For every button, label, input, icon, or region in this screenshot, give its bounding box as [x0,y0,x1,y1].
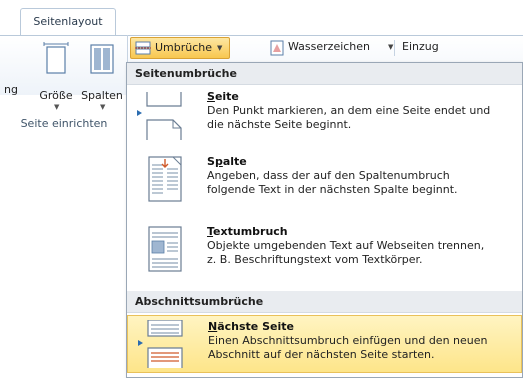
page-size-icon [43,42,69,74]
umbrueche-button[interactable]: Umbrüche ▼ [130,37,230,59]
wasserzeichen-label: Wasserzeichen [288,40,371,53]
tab-seitenlayout[interactable]: Seitenlayout [20,8,116,36]
ribbon-cut-label: ng [4,83,18,96]
menu-item-title: Spalte [207,155,247,168]
next-page-section-icon [138,320,183,368]
section-header-abschnittsumbrueche: Abschnittsumbrüche [127,291,522,313]
chevron-down-icon: ▼ [54,103,60,111]
columns-icon [90,44,114,74]
page-break-icon [137,92,182,140]
ribbon-separator [394,40,395,56]
menu-item-title: Nächste Seite [208,320,294,333]
menu-item-description: Angeben, dass der auf den Spaltenumbruch… [207,169,458,196]
chevron-down-icon: ▼ [100,103,106,111]
watermark-icon [270,40,284,56]
menu-item-spalte[interactable]: Spalte Angeben, dass der auf den Spalten… [127,151,522,221]
menu-item-description: Den Punkt markieren, an dem eine Seite e… [207,104,491,131]
breaks-icon [135,41,151,55]
menu-item-seite[interactable]: Seite Den Punkt markieren, an dem eine S… [127,86,522,148]
menu-item-textumbruch[interactable]: Textumbruch Objekte umgebenden Text auf … [127,221,522,285]
section-header-seitenumbrueche: Seitenumbrüche [127,63,522,85]
umbrueche-dropdown-menu: Seitenumbrüche Seite Den Punkt markieren… [126,62,523,378]
groesse-label: Größe [39,89,73,102]
umbrueche-label: Umbrüche [155,41,213,54]
menu-item-title: Seite [207,90,239,103]
group-label: Seite einrichten [20,117,108,130]
text-wrap-icon [148,226,182,272]
ribbon-tab-strip: Seitenlayout [0,0,523,36]
chevron-down-icon: ▼ [388,43,394,51]
menu-item-description: Einen Abschnittsumbruch einfügen und den… [208,334,488,361]
menu-item-description: Objekte umgebenden Text auf Webseiten tr… [207,239,485,266]
group-seite-einrichten: ng Größe ▼ Spalten ▼ Seite einrichten [0,35,128,155]
menu-item-title: Textumbruch [207,225,288,238]
column-break-icon [148,156,182,202]
groesse-button[interactable]: Größe ▼ [38,41,74,111]
spalten-button[interactable]: Spalten ▼ [81,41,123,111]
menu-item-naechste-seite[interactable]: Nächste Seite Einen Abschnittsumbruch ei… [127,315,522,373]
spalten-label: Spalten [81,89,123,102]
chevron-down-icon: ▼ [217,44,223,52]
einzug-label: Einzug [402,40,439,53]
